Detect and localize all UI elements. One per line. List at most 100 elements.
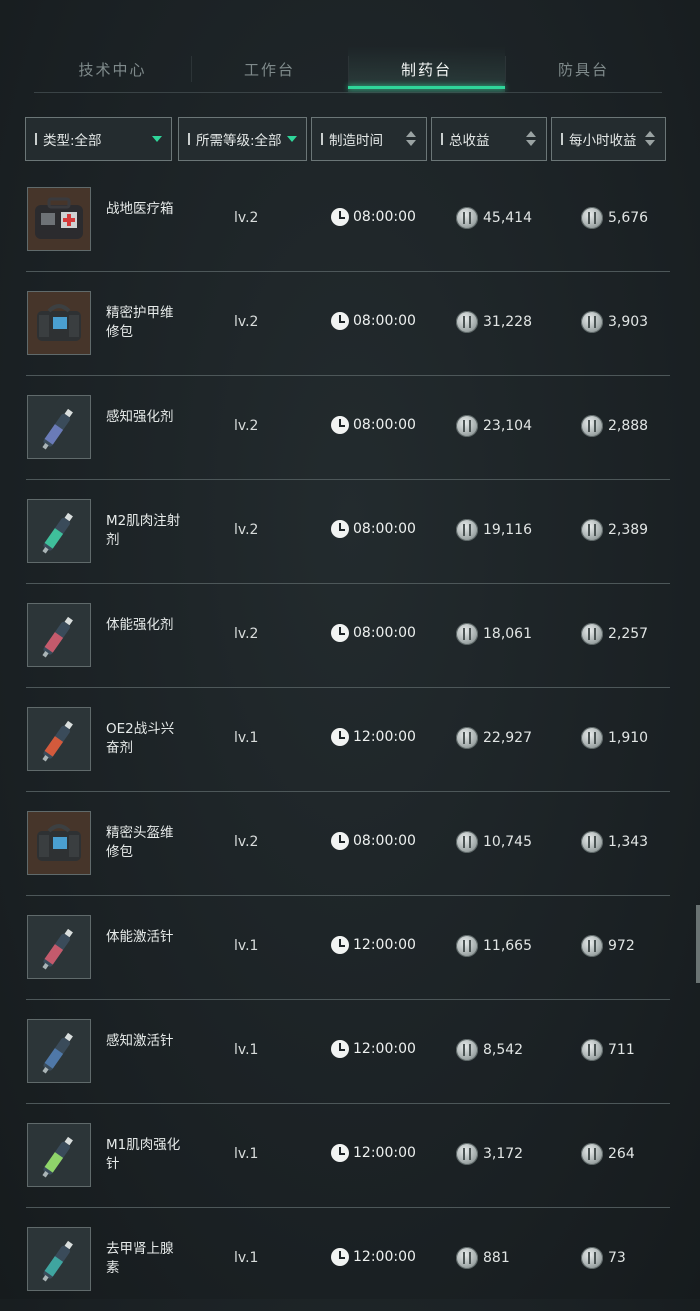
dropdown-arrow-icon xyxy=(287,136,297,142)
item-name: 精密头盔维修包 xyxy=(106,825,174,860)
coin-icon xyxy=(456,1143,478,1165)
item-thumbnail xyxy=(27,811,91,875)
total-profit-value: 19,116 xyxy=(483,522,532,538)
item-level: lv.2 xyxy=(234,418,259,434)
hourly-profit: 1,910 xyxy=(581,727,648,749)
level-filter-dropdown[interactable]: 所需等级:全部 xyxy=(178,117,307,161)
list-item[interactable]: M2肌肉注射剂 lv.2 08:00:00 19,116 2,389 xyxy=(26,480,670,584)
list-item[interactable]: 体能激活针 lv.1 12:00:00 11,665 972 xyxy=(26,896,670,1000)
item-name: 去甲肾上腺素 xyxy=(106,1241,174,1276)
clock-icon xyxy=(331,312,349,330)
total-profit: 31,228 xyxy=(456,311,532,333)
total-profit: 23,104 xyxy=(456,415,532,437)
hourly-profit-value: 2,389 xyxy=(608,522,649,538)
hourly-profit: 972 xyxy=(581,935,635,957)
item-thumbnail xyxy=(27,603,91,667)
injector-icon xyxy=(31,607,87,663)
craft-time: 08:00:00 xyxy=(331,416,416,434)
item-name: 精密护甲维修包 xyxy=(106,305,174,340)
hourly-profit: 711 xyxy=(581,1039,635,1061)
total-profit-value: 23,104 xyxy=(483,418,532,434)
total-profit-value: 22,927 xyxy=(483,730,532,746)
list-item[interactable]: 精密头盔维修包 lv.2 08:00:00 10,745 1,343 xyxy=(26,792,670,896)
type-filter-dropdown[interactable]: 类型:全部 xyxy=(25,117,172,161)
injector-icon xyxy=(31,399,87,455)
total-profit: 11,665 xyxy=(456,935,532,957)
clock-icon xyxy=(331,208,349,226)
craft-time-value: 08:00:00 xyxy=(353,313,416,329)
craft-time-sort-label: 制造时间 xyxy=(329,133,383,149)
craft-time: 08:00:00 xyxy=(331,520,416,538)
item-thumbnail xyxy=(27,1227,91,1291)
list-item[interactable]: OE2战斗兴奋剂 lv.1 12:00:00 22,927 1,910 xyxy=(26,688,670,792)
hourly-profit-sort-label: 每小时收益 xyxy=(569,133,637,149)
list-item[interactable]: 精密护甲维修包 lv.2 08:00:00 31,228 3,903 xyxy=(26,272,670,376)
craft-time-value: 12:00:00 xyxy=(353,1249,416,1265)
hourly-profit-sort[interactable]: 每小时收益 xyxy=(551,117,666,161)
item-thumbnail xyxy=(27,1123,91,1187)
item-name: OE2战斗兴奋剂 xyxy=(106,721,175,756)
item-thumbnail xyxy=(27,707,91,771)
dropdown-arrow-icon xyxy=(152,136,162,142)
filter-marker xyxy=(441,133,443,145)
hourly-profit: 264 xyxy=(581,1143,635,1165)
hourly-profit-value: 1,910 xyxy=(608,730,649,746)
craft-time-value: 12:00:00 xyxy=(353,1145,416,1161)
list-item[interactable]: 战地医疗箱 lv.2 08:00:00 45,414 5,676 xyxy=(26,168,670,272)
item-level: lv.2 xyxy=(234,314,259,330)
craft-time-sort[interactable]: 制造时间 xyxy=(311,117,427,161)
injector-icon xyxy=(31,1127,87,1183)
coin-icon xyxy=(581,1143,603,1165)
scrollbar[interactable] xyxy=(696,905,700,983)
list-item[interactable]: 感知强化剂 lv.2 08:00:00 23,104 2,888 xyxy=(26,376,670,480)
injector-icon xyxy=(31,711,87,767)
hourly-profit-value: 972 xyxy=(608,938,635,954)
item-level: lv.2 xyxy=(234,210,259,226)
filter-bar: 类型:全部 所需等级:全部 制造时间 总收益 每小时收益 xyxy=(25,117,666,163)
total-profit: 10,745 xyxy=(456,831,532,853)
hourly-profit-value: 3,903 xyxy=(608,314,649,330)
injector-icon xyxy=(31,1231,87,1287)
tab-pharmacy[interactable]: 制药台 xyxy=(348,46,505,92)
item-level: lv.1 xyxy=(234,1042,259,1058)
type-filter-label: 类型:全部 xyxy=(43,133,102,149)
total-profit-value: 881 xyxy=(483,1250,510,1266)
item-name: 感知激活针 xyxy=(106,1033,174,1049)
list-item[interactable]: 去甲肾上腺素 lv.1 12:00:00 881 73 xyxy=(26,1208,670,1311)
total-profit-value: 18,061 xyxy=(483,626,532,642)
coin-icon xyxy=(456,831,478,853)
clock-icon xyxy=(331,728,349,746)
item-list: 战地医疗箱 lv.2 08:00:00 45,414 5,676 精密护甲维修包 lv.2 0… xyxy=(0,168,700,1311)
tab-workbench[interactable]: 工作台 xyxy=(191,46,348,92)
list-item[interactable]: M1肌肉强化针 lv.1 12:00:00 3,172 264 xyxy=(26,1104,670,1208)
coin-icon xyxy=(456,415,478,437)
list-item[interactable]: 感知激活针 lv.1 12:00:00 8,542 711 xyxy=(26,1000,670,1104)
total-profit-sort[interactable]: 总收益 xyxy=(431,117,547,161)
craft-time-value: 08:00:00 xyxy=(353,417,416,433)
total-profit-value: 31,228 xyxy=(483,314,532,330)
sort-icon xyxy=(406,131,416,146)
item-thumbnail xyxy=(27,187,91,251)
coin-icon xyxy=(581,1247,603,1269)
total-profit-value: 10,745 xyxy=(483,834,532,850)
total-profit-sort-label: 总收益 xyxy=(449,133,490,149)
sort-icon xyxy=(526,131,536,146)
tab-tech-center[interactable]: 技术中心 xyxy=(34,46,191,92)
item-name: 体能强化剂 xyxy=(106,617,174,633)
coin-icon xyxy=(456,1247,478,1269)
list-item[interactable]: 体能强化剂 lv.2 08:00:00 18,061 2,257 xyxy=(26,584,670,688)
total-profit: 19,116 xyxy=(456,519,532,541)
item-thumbnail xyxy=(27,395,91,459)
hourly-profit: 2,389 xyxy=(581,519,648,541)
total-profit: 881 xyxy=(456,1247,510,1269)
item-level: lv.1 xyxy=(234,938,259,954)
total-profit: 22,927 xyxy=(456,727,532,749)
item-name: M1肌肉强化针 xyxy=(106,1137,181,1172)
total-profit: 3,172 xyxy=(456,1143,523,1165)
hourly-profit-value: 1,343 xyxy=(608,834,649,850)
hourly-profit-value: 5,676 xyxy=(608,210,649,226)
item-name: M2肌肉注射剂 xyxy=(106,513,181,548)
clock-icon xyxy=(331,1144,349,1162)
tab-armor-bench[interactable]: 防具台 xyxy=(505,46,662,92)
coin-icon xyxy=(456,1039,478,1061)
